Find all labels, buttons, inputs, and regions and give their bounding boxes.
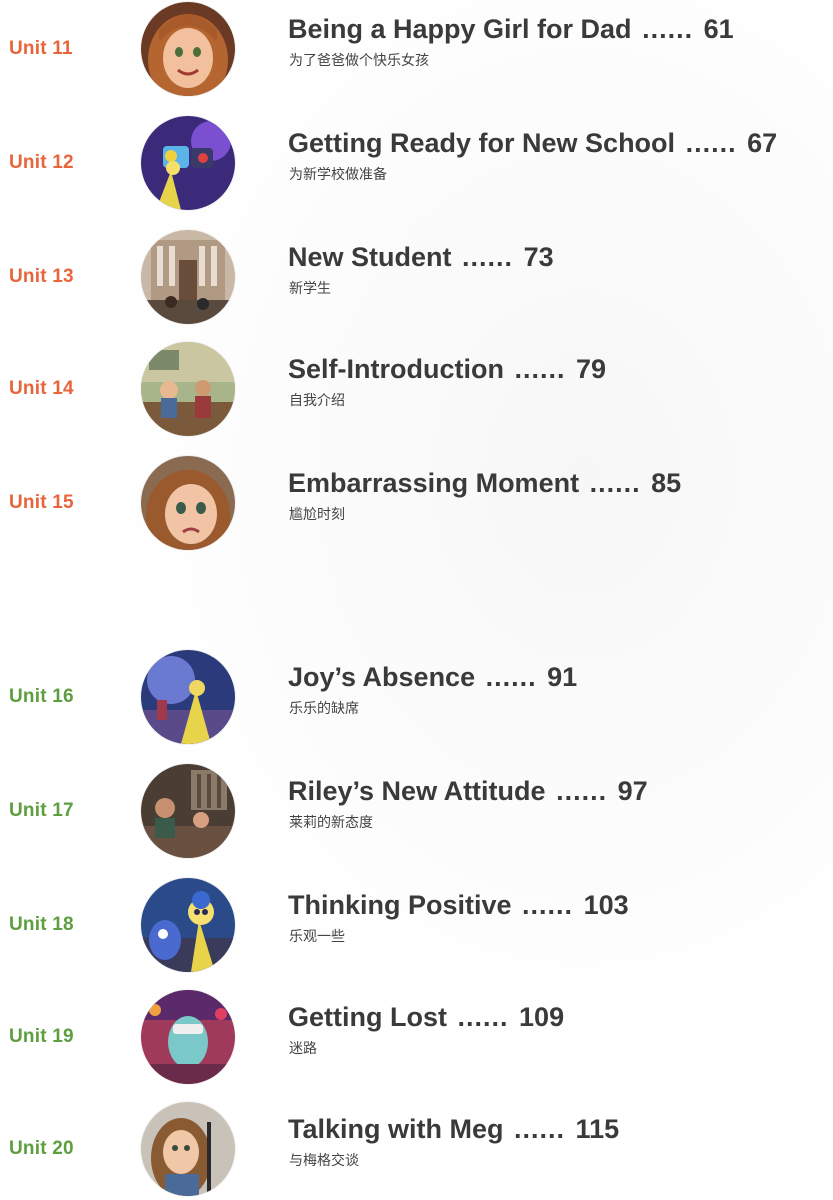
page-number: 109 bbox=[519, 1002, 565, 1032]
title-text: Talking with Meg bbox=[288, 1114, 504, 1144]
unit-subtitle: 为新学校做准备 bbox=[289, 167, 387, 183]
title-text: Getting Ready for New School bbox=[288, 128, 676, 158]
title-text: New Student bbox=[288, 242, 452, 272]
unit-title: Thinking Positive ...... 103 bbox=[288, 890, 629, 921]
title-text: Riley’s New Attitude bbox=[288, 776, 546, 806]
unit-label: Unit 16 bbox=[9, 686, 74, 707]
page-number: 103 bbox=[583, 890, 629, 920]
unit-title: Being a Happy Girl for Dad ...... 61 bbox=[288, 14, 734, 45]
joy-with-memory-orbs-icon bbox=[141, 116, 235, 210]
school-building-icon bbox=[141, 230, 235, 324]
page-number: 67 bbox=[747, 128, 778, 158]
unit-label: Unit 19 bbox=[9, 1026, 74, 1047]
title-text: Being a Happy Girl for Dad bbox=[288, 14, 632, 44]
unit-subtitle: 尴尬时刻 bbox=[289, 507, 345, 523]
classroom-scene-icon bbox=[141, 342, 235, 436]
page-number: 61 bbox=[703, 14, 734, 44]
unit-label: Unit 12 bbox=[9, 152, 74, 173]
toc-entry-unit-14[interactable]: Unit 14 Self-Introduction ...... 79 自我介绍 bbox=[0, 340, 833, 440]
table-of-contents-page: Unit 11 Being a Happy Girl for Dad .....… bbox=[0, 0, 833, 1196]
unit-label: Unit 14 bbox=[9, 378, 74, 399]
joy-and-sadness-icon bbox=[141, 878, 235, 972]
leader-dots: ...... bbox=[462, 242, 514, 272]
page-number: 73 bbox=[523, 242, 554, 272]
headquarters-scene-icon bbox=[141, 650, 235, 744]
leader-dots: ...... bbox=[685, 128, 737, 158]
riley-and-meg-icon bbox=[141, 1102, 235, 1196]
unit-label: Unit 11 bbox=[9, 38, 73, 59]
title-text: Embarrassing Moment bbox=[288, 468, 580, 498]
title-text: Joy’s Absence bbox=[288, 662, 476, 692]
leader-dots: ...... bbox=[514, 1114, 566, 1144]
toc-entry-unit-13[interactable]: Unit 13 New Student ...... 73 新学生 bbox=[0, 228, 833, 328]
page-number: 97 bbox=[617, 776, 648, 806]
unit-label: Unit 13 bbox=[9, 266, 74, 287]
page-number: 115 bbox=[575, 1114, 620, 1144]
bing-bong-character-icon bbox=[141, 990, 235, 1084]
unit-label: Unit 17 bbox=[9, 800, 74, 821]
toc-entry-unit-11[interactable]: Unit 11 Being a Happy Girl for Dad .....… bbox=[0, 0, 833, 100]
page-number: 91 bbox=[547, 662, 578, 692]
unit-title: New Student ...... 73 bbox=[288, 242, 554, 273]
unit-label: Unit 20 bbox=[9, 1138, 74, 1159]
leader-dots: ...... bbox=[522, 890, 574, 920]
unit-subtitle: 乐观一些 bbox=[289, 929, 345, 945]
unit-title: Self-Introduction ...... 79 bbox=[288, 354, 606, 385]
page-number: 79 bbox=[576, 354, 607, 384]
title-text: Getting Lost bbox=[288, 1002, 447, 1032]
unit-subtitle: 乐乐的缺席 bbox=[289, 701, 359, 717]
unit-label: Unit 18 bbox=[9, 914, 74, 935]
unit-subtitle: 与梅格交谈 bbox=[289, 1153, 359, 1169]
page-number: 85 bbox=[651, 468, 682, 498]
toc-entry-unit-19[interactable]: Unit 19 Getting Lost ...... 109 迷路 bbox=[0, 988, 833, 1088]
leader-dots: ...... bbox=[589, 468, 641, 498]
unit-title: Getting Ready for New School ...... 67 bbox=[288, 128, 777, 159]
leader-dots: ...... bbox=[642, 14, 694, 44]
toc-entry-unit-17[interactable]: Unit 17 Riley’s New Attitude ...... 97 莱… bbox=[0, 762, 833, 862]
riley-smiling-portrait-icon bbox=[141, 2, 235, 96]
unit-subtitle: 迷路 bbox=[289, 1041, 317, 1057]
toc-entry-unit-15[interactable]: Unit 15 Embarrassing Moment ...... 85 尴尬… bbox=[0, 454, 833, 554]
unit-label: Unit 15 bbox=[9, 492, 74, 513]
unit-title: Getting Lost ...... 109 bbox=[288, 1002, 564, 1033]
unit-subtitle: 自我介绍 bbox=[289, 393, 345, 409]
riley-sad-portrait-icon bbox=[141, 456, 235, 550]
unit-subtitle: 莱莉的新态度 bbox=[289, 815, 373, 831]
toc-entry-unit-12[interactable]: Unit 12 Getting Ready for New School ...… bbox=[0, 114, 833, 214]
leader-dots: ...... bbox=[514, 354, 566, 384]
unit-title: Joy’s Absence ...... 91 bbox=[288, 662, 577, 693]
family-dinner-icon bbox=[141, 764, 235, 858]
title-text: Self-Introduction bbox=[288, 354, 504, 384]
toc-entry-unit-16[interactable]: Unit 16 Joy’s Absence ...... 91 乐乐的缺席 bbox=[0, 648, 833, 748]
leader-dots: ...... bbox=[556, 776, 608, 806]
toc-entry-unit-18[interactable]: Unit 18 Thinking Positive ...... 103 乐观一… bbox=[0, 876, 833, 976]
unit-subtitle: 为了爸爸做个快乐女孩 bbox=[289, 53, 429, 69]
unit-title: Embarrassing Moment ...... 85 bbox=[288, 468, 681, 499]
unit-title: Talking with Meg ...... 115 bbox=[288, 1114, 619, 1145]
unit-subtitle: 新学生 bbox=[289, 281, 331, 297]
title-text: Thinking Positive bbox=[288, 890, 512, 920]
leader-dots: ...... bbox=[457, 1002, 509, 1032]
toc-entry-unit-20[interactable]: Unit 20 Talking with Meg ...... 115 与梅格交… bbox=[0, 1100, 833, 1200]
unit-title: Riley’s New Attitude ...... 97 bbox=[288, 776, 648, 807]
leader-dots: ...... bbox=[485, 662, 537, 692]
